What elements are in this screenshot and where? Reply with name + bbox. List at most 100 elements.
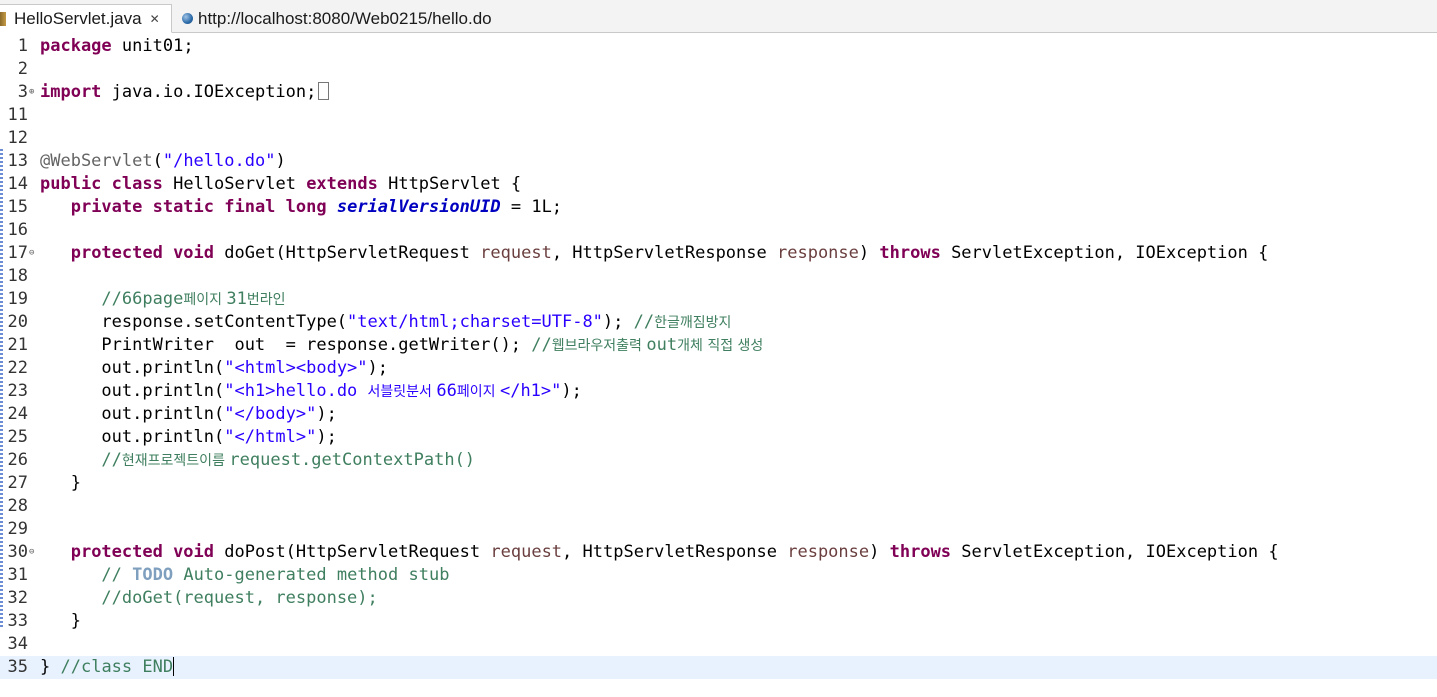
line-number: 33 [7, 611, 28, 631]
expand-fold-icon[interactable]: ⊕ [29, 81, 34, 104]
code-token: 66 [436, 381, 457, 401]
code-line[interactable]: 2 [0, 58, 1437, 81]
code-token: unit01; [121, 36, 194, 56]
line-number: 21 [7, 335, 28, 355]
code-line[interactable]: 22 out.println("<html><body>"); [0, 357, 1437, 380]
code-token: 페이지 [456, 384, 500, 400]
line-number: 28 [7, 496, 28, 516]
code-token: //doGet(request, response); [101, 588, 378, 608]
code-text: package unit01; [40, 35, 194, 58]
code-token: private static final long [70, 197, 327, 217]
code-text: import java.io.IOException; [40, 81, 330, 104]
line-number: 14 [7, 174, 28, 194]
code-line[interactable]: 27 } [0, 472, 1437, 495]
code-token: TODO [132, 565, 174, 585]
line-number: 26 [7, 450, 28, 470]
code-token: // [623, 312, 655, 332]
code-line[interactable]: 31 // TODO Auto-generated method stub [0, 564, 1437, 587]
code-text: out.println("</body>"); [40, 403, 336, 426]
code-token: ) [858, 243, 870, 263]
code-token: Auto-generated method stub [173, 565, 450, 585]
code-line[interactable]: 3 ⊕ import java.io.IOException; [0, 81, 1437, 104]
code-token: "text/html;charset=UTF-8" [347, 312, 603, 332]
code-token: protected void [70, 243, 215, 263]
code-line[interactable]: 26 //현재프로젝트이름 request.getContextPath() [0, 449, 1437, 472]
tab-helloservlet-java[interactable]: HelloServlet.java ✕ [0, 4, 172, 33]
code-line[interactable]: 21 PrintWriter out = response.getWriter(… [0, 334, 1437, 357]
line-number: 15 [7, 197, 28, 217]
code-token: , HttpServletResponse [562, 542, 777, 562]
code-editor[interactable]: 1 package unit01; 2 3 ⊕ import java.io.IOExce… [0, 33, 1437, 697]
code-line[interactable]: 11 [0, 104, 1437, 127]
code-token: ); [602, 312, 624, 332]
code-token: package [40, 36, 112, 56]
tab-label: http://localhost:8080/Web0215/hello.do [198, 8, 492, 28]
code-token: 서블릿분서 [367, 384, 437, 400]
collapse-fold-icon[interactable]: ⊖ [29, 242, 34, 265]
line-number: 3 [17, 82, 28, 102]
code-text: public class HelloServlet extends HttpSe… [40, 173, 521, 196]
folded-code-marker[interactable] [318, 82, 330, 100]
code-token: // [101, 565, 133, 585]
code-token: request [490, 542, 563, 562]
editor-tab-bar: HelloServlet.java ✕ http://localhost:808… [0, 0, 1437, 33]
code-line[interactable]: 25 out.println("</html>"); [0, 426, 1437, 449]
code-line[interactable]: 16 [0, 219, 1437, 242]
code-token: "/hello.do" [162, 151, 276, 171]
tab-browser-hello-do[interactable]: http://localhost:8080/Web0215/hello.do [175, 4, 535, 33]
code-line[interactable]: 19 //66page페이지 31번라인 [0, 288, 1437, 311]
collapse-fold-icon[interactable]: ⊖ [29, 541, 34, 564]
code-line[interactable]: 34 [0, 633, 1437, 656]
close-icon[interactable]: ✕ [150, 13, 160, 25]
code-token: ) [275, 151, 286, 171]
code-token: ); [367, 358, 389, 378]
code-line[interactable]: 23 out.println("<h1>hello.do 서블릿분서 66페이지… [0, 380, 1437, 403]
code-token: extends [306, 174, 378, 194]
line-number: 31 [7, 565, 28, 585]
line-number: 13 [7, 151, 28, 171]
line-number: 17 [7, 243, 28, 263]
code-token: out.println( [40, 381, 225, 401]
line-number: 18 [7, 266, 28, 286]
line-number: 16 [7, 220, 28, 240]
code-line[interactable]: 33 } [0, 610, 1437, 633]
code-token: = 1L; [510, 197, 563, 217]
code-text: } [40, 472, 81, 495]
code-line[interactable]: 17 ⊖ protected void doGet(HttpServletRequ… [0, 242, 1437, 265]
code-line[interactable]: 30 ⊖ protected void doPost(HttpServletReq… [0, 541, 1437, 564]
code-line[interactable]: 12 [0, 127, 1437, 150]
code-token: 한글깨짐방지 [654, 315, 732, 331]
code-line[interactable]: 13 @WebServlet("/hello.do") [0, 150, 1437, 173]
code-text: private static final long serialVersionU… [40, 196, 562, 219]
code-token: "</html>" [224, 427, 317, 447]
code-line[interactable]: 14 public class HelloServlet extends Http… [0, 173, 1437, 196]
code-line[interactable]: 24 out.println("</body>"); [0, 403, 1437, 426]
code-token: "<html><body>" [224, 358, 368, 378]
code-token: } [40, 473, 81, 493]
code-line[interactable]: 29 [0, 518, 1437, 541]
line-number: 20 [7, 312, 28, 332]
globe-icon [182, 13, 193, 24]
code-line[interactable]: 32 //doGet(request, response); [0, 587, 1437, 610]
code-token: out.println( [40, 427, 225, 447]
code-token: ); [561, 381, 582, 401]
code-token: request.getContextPath() [229, 450, 476, 470]
code-line[interactable]: 20 response.setContentType("text/html;ch… [0, 311, 1437, 334]
code-token: out.println( [40, 358, 225, 378]
code-text: protected void doPost(HttpServletRequest… [40, 541, 1279, 564]
code-text: //66page페이지 31번라인 [40, 288, 285, 312]
code-text: //doGet(request, response); [40, 587, 378, 610]
code-token: 페이지 [183, 292, 227, 308]
code-line[interactable]: 15 private static final long serialVersi… [0, 196, 1437, 219]
code-token: ServletException, IOException { [951, 243, 1269, 263]
code-token: public [40, 174, 102, 194]
java-file-icon [0, 11, 6, 26]
line-number: 27 [7, 473, 28, 493]
code-token: response [787, 542, 870, 562]
code-line[interactable]: 28 [0, 495, 1437, 518]
code-line[interactable]: 1 package unit01; [0, 35, 1437, 58]
code-line[interactable]: 18 [0, 265, 1437, 288]
code-line[interactable]: 35} //class END [0, 656, 1437, 679]
